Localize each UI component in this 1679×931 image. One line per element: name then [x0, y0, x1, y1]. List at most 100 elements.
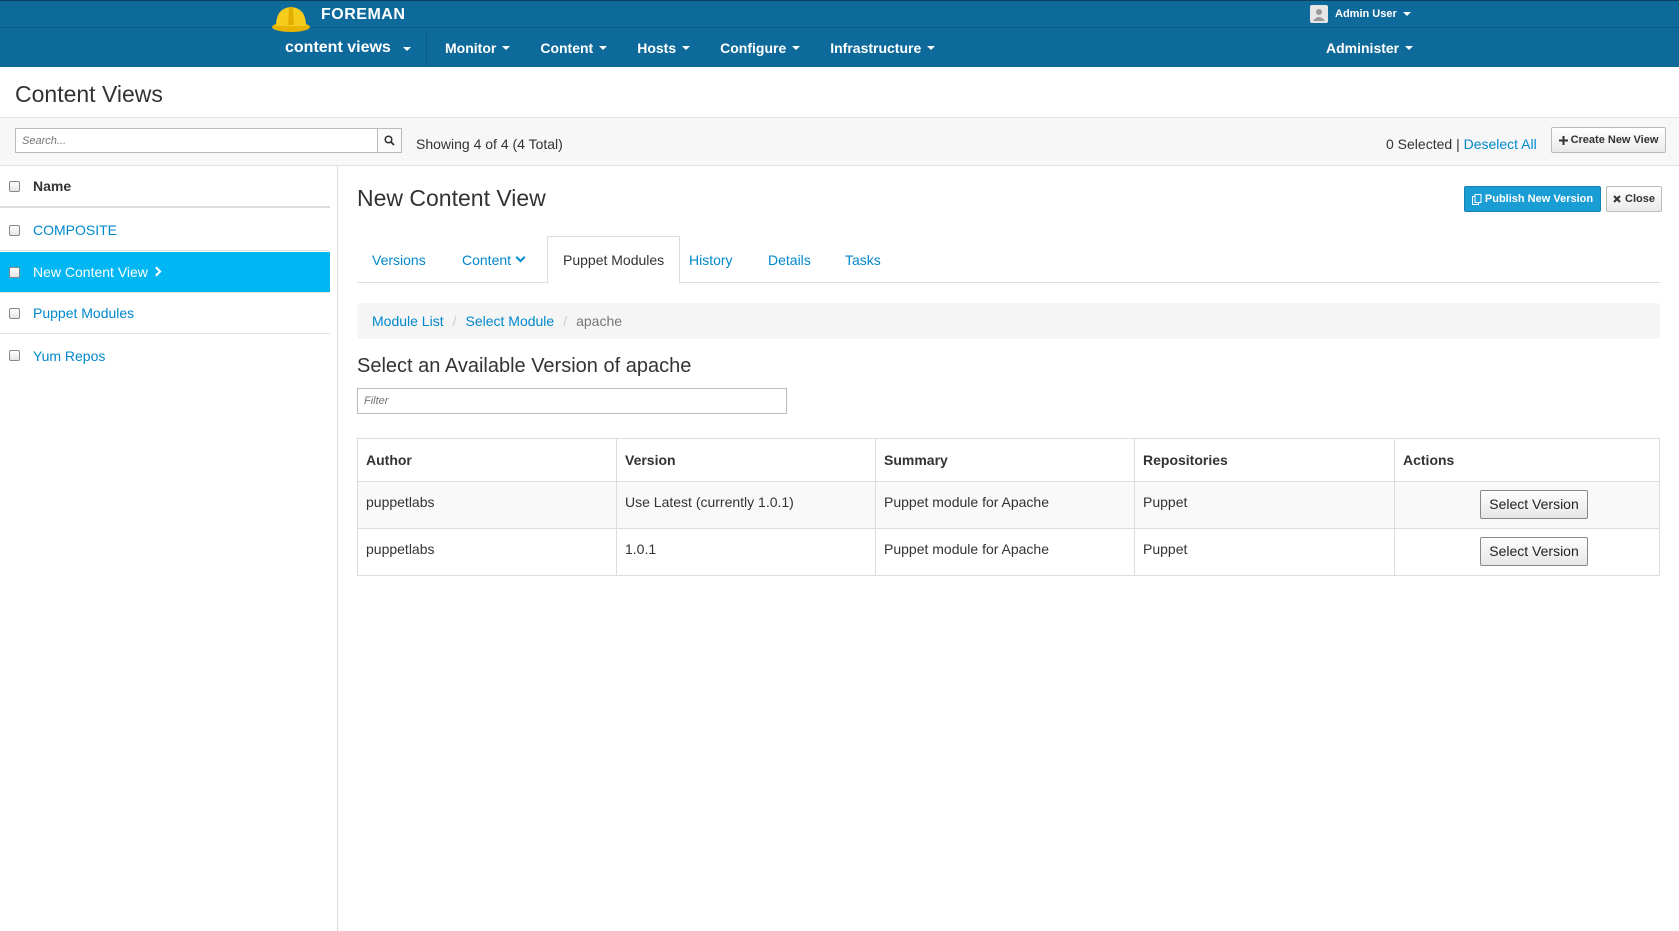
- deselect-all-link[interactable]: Deselect All: [1464, 136, 1537, 152]
- create-new-view-button[interactable]: Create New View: [1551, 127, 1666, 153]
- cell-version: Use Latest (currently 1.0.1): [616, 481, 876, 529]
- list-header: Name: [0, 166, 330, 208]
- context-switcher[interactable]: content views: [271, 29, 427, 67]
- chevron-down-icon: [502, 46, 511, 50]
- selection-info: 0 Selected | Deselect All: [1386, 136, 1537, 152]
- breadcrumb-separator: /: [563, 313, 568, 329]
- nav-hosts[interactable]: Hosts: [622, 29, 705, 67]
- content-view-list: Name COMPOSITE New Content View Puppet M…: [0, 166, 338, 931]
- list-toolbar: Showing 4 of 4 (4 Total) 0 Selected | De…: [0, 118, 1679, 166]
- breadcrumb-current: apache: [576, 313, 623, 329]
- select-version-button[interactable]: Select Version: [1480, 490, 1588, 519]
- result-count: Showing 4 of 4 (4 Total): [416, 136, 563, 152]
- cell-actions: Select Version: [1394, 528, 1660, 576]
- tab-details[interactable]: Details: [753, 236, 826, 283]
- tab-tasks[interactable]: Tasks: [830, 236, 896, 283]
- column-actions: Actions: [1394, 438, 1660, 482]
- column-summary: Summary: [875, 438, 1135, 482]
- list-item[interactable]: COMPOSITE: [0, 210, 330, 251]
- close-button[interactable]: Close: [1606, 186, 1662, 212]
- column-repositories: Repositories: [1134, 438, 1395, 482]
- breadcrumb-module-list[interactable]: Module List: [372, 313, 444, 329]
- nav-label: Content: [540, 40, 594, 56]
- tab-label: Versions: [372, 251, 426, 268]
- create-label: Create New View: [1570, 134, 1659, 146]
- chevron-down-icon: [682, 46, 691, 50]
- nav-monitor[interactable]: Monitor: [430, 29, 525, 67]
- filter-input[interactable]: [357, 388, 787, 414]
- tab-label: Tasks: [845, 251, 881, 268]
- selection-separator: |: [1456, 136, 1460, 152]
- row-checkbox[interactable]: [9, 224, 20, 236]
- cell-author: puppetlabs: [357, 528, 617, 576]
- navbar-divider: [0, 27, 1679, 28]
- publish-icon: [1471, 193, 1482, 205]
- selected-count: 0 Selected: [1386, 136, 1453, 152]
- name-column-header[interactable]: Name: [33, 178, 71, 194]
- tab-label: History: [689, 251, 733, 268]
- list-item[interactable]: Yum Repos: [0, 335, 330, 376]
- plus-icon: [1558, 135, 1568, 145]
- nav-configure[interactable]: Configure: [705, 29, 815, 67]
- row-checkbox[interactable]: [9, 266, 20, 278]
- column-version: Version: [616, 438, 876, 482]
- detail-tabs: Versions Content Puppet Modules History …: [357, 236, 1660, 284]
- publish-new-version-button[interactable]: Publish New Version: [1464, 186, 1601, 212]
- brand-name: FOREMAN: [321, 6, 406, 23]
- nav-label: Monitor: [445, 40, 497, 56]
- cell-author: puppetlabs: [357, 481, 617, 529]
- page-title: Content Views: [15, 81, 163, 107]
- tab-puppet-modules[interactable]: Puppet Modules: [547, 236, 681, 284]
- tab-history[interactable]: History: [674, 236, 748, 283]
- row-checkbox[interactable]: [9, 307, 20, 319]
- publish-label: Publish New Version: [1484, 193, 1594, 205]
- list-item-label[interactable]: Puppet Modules: [33, 305, 134, 321]
- user-name: Admin User: [1335, 8, 1397, 20]
- list-item-active[interactable]: New Content View: [0, 252, 330, 293]
- select-version-button[interactable]: Select Version: [1480, 537, 1588, 566]
- main-nav: Monitor Content Hosts Configure Infrastr…: [430, 29, 950, 67]
- chevron-down-icon: [1402, 12, 1411, 16]
- chevron-down-icon: [599, 46, 608, 50]
- breadcrumb-separator: /: [452, 313, 457, 329]
- user-menu[interactable]: Admin User: [1310, 5, 1411, 23]
- cell-summary: Puppet module for Apache: [875, 481, 1135, 529]
- page-header: Content Views: [0, 67, 1679, 118]
- tab-label: Puppet Modules: [563, 252, 665, 268]
- cell-actions: Select Version: [1394, 481, 1660, 529]
- chevron-down-icon: [927, 46, 936, 50]
- list-item-label[interactable]: New Content View: [33, 264, 148, 280]
- nav-administer[interactable]: Administer: [1312, 29, 1427, 67]
- close-label: Close: [1625, 193, 1655, 205]
- list-item-label[interactable]: Yum Repos: [33, 348, 105, 364]
- nav-infrastructure[interactable]: Infrastructure: [815, 29, 950, 67]
- row-checkbox[interactable]: [9, 350, 20, 361]
- list-item-label[interactable]: COMPOSITE: [33, 222, 117, 238]
- list-item[interactable]: Puppet Modules: [0, 293, 330, 334]
- breadcrumb: Module List / Select Module / apache: [357, 303, 1660, 339]
- tab-versions[interactable]: Versions: [357, 236, 441, 283]
- column-author: Author: [357, 438, 617, 482]
- tab-label: Content: [462, 251, 512, 268]
- nav-content[interactable]: Content: [525, 29, 622, 67]
- search-button[interactable]: [378, 128, 402, 153]
- chevron-down-icon: [515, 252, 526, 262]
- section-title: Select an Available Version of apache: [357, 355, 692, 377]
- search-input[interactable]: [15, 128, 378, 153]
- table-row: puppetlabs 1.0.1 Puppet module for Apach…: [357, 528, 1660, 576]
- select-all-checkbox[interactable]: [9, 180, 20, 192]
- nav-label: Administer: [1326, 40, 1400, 56]
- user-avatar-icon: [1310, 5, 1328, 23]
- table-row: puppetlabs Use Latest (currently 1.0.1) …: [357, 481, 1660, 529]
- cell-version: 1.0.1: [616, 528, 876, 576]
- nav-label: Hosts: [637, 40, 677, 56]
- chevron-down-icon: [792, 46, 801, 50]
- cell-summary: Puppet module for Apache: [875, 528, 1135, 576]
- search-icon: [384, 135, 395, 146]
- tab-content[interactable]: Content: [447, 236, 539, 283]
- close-icon: [1613, 195, 1621, 203]
- tab-label: Details: [768, 251, 811, 268]
- breadcrumb-select-module[interactable]: Select Module: [465, 313, 554, 329]
- top-navbar: FOREMAN Admin User content views Monitor…: [0, 0, 1679, 67]
- cell-repositories: Puppet: [1134, 528, 1395, 576]
